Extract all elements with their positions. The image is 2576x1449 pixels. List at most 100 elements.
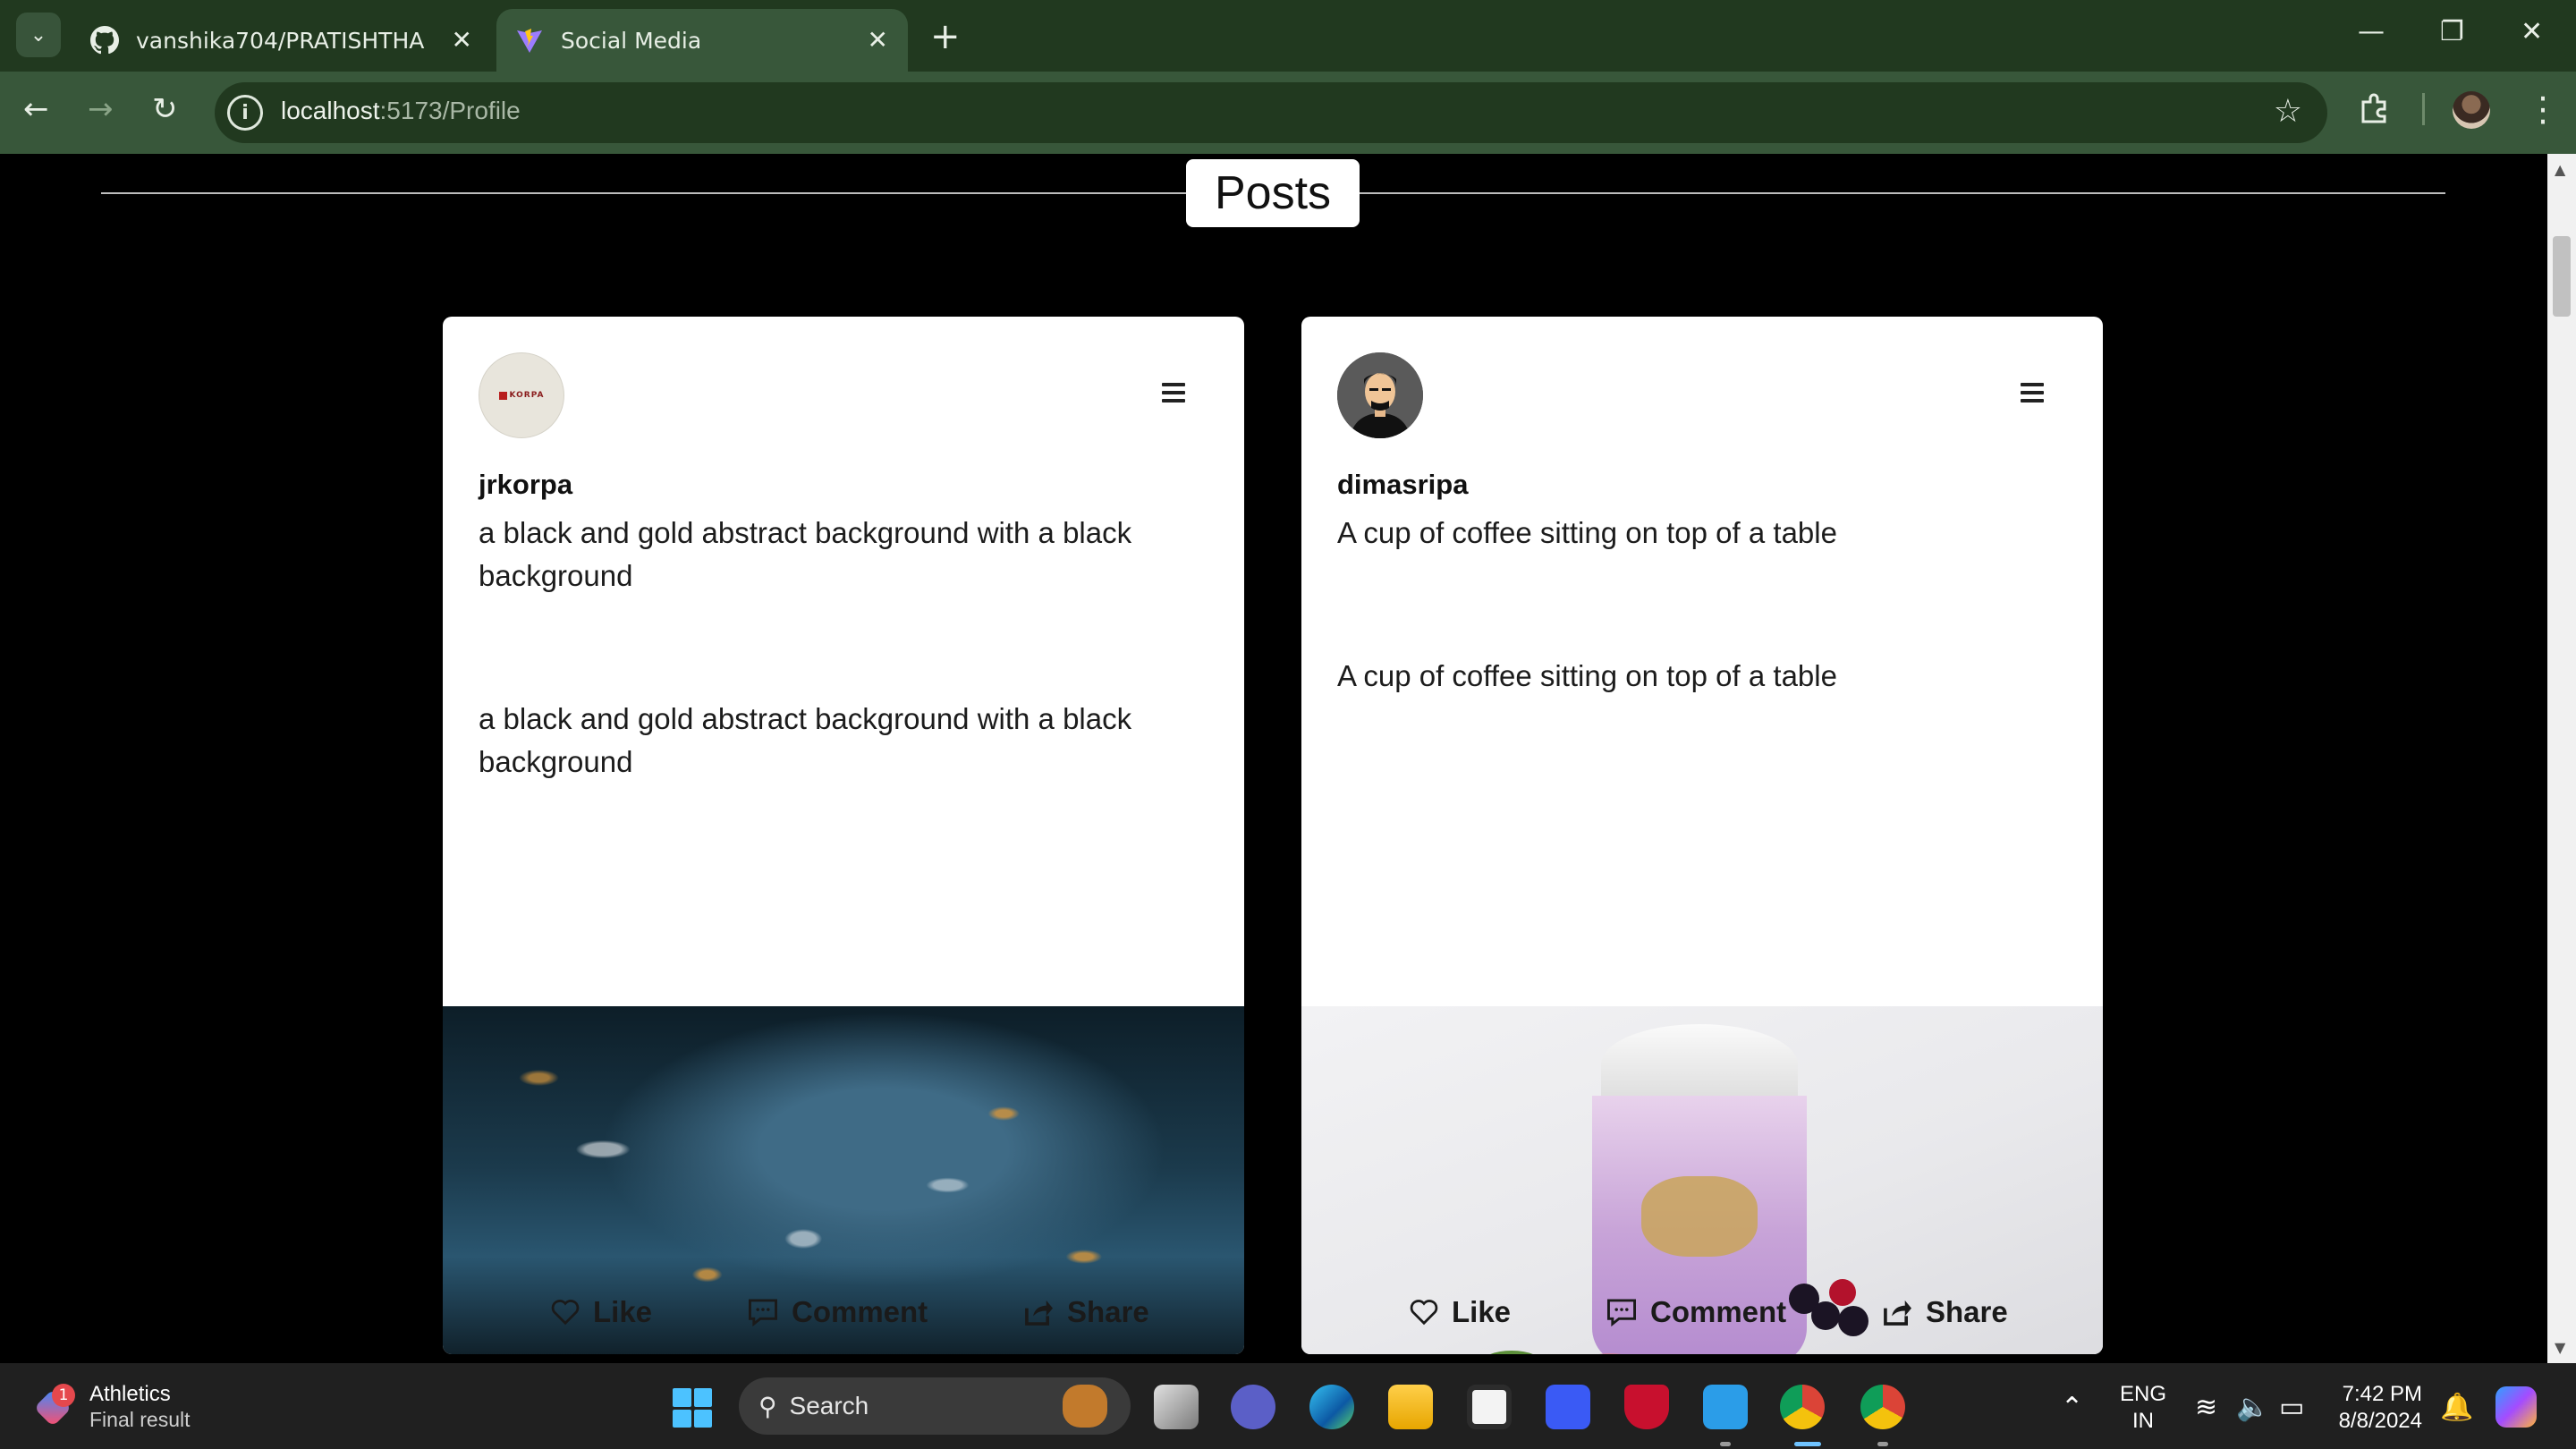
- share-button[interactable]: Share: [1022, 1295, 1149, 1329]
- close-window-icon[interactable]: ✕: [2521, 16, 2543, 47]
- search-placeholder: Search: [789, 1392, 869, 1419]
- like-button[interactable]: Like: [550, 1295, 652, 1329]
- url-host: localhost: [281, 97, 380, 124]
- tab-github[interactable]: vanshika704/PRATISHTHA ✕: [72, 9, 492, 72]
- back-icon[interactable]: ←: [23, 91, 49, 127]
- windows-taskbar: 1 Athletics Final result ⚲ Search ⌃ ENG …: [0, 1363, 2576, 1449]
- post-card: dimasripa A cup of coffee sitting on top…: [1301, 317, 2103, 1354]
- time: 7:42 PM: [2342, 1382, 2422, 1406]
- volume-muted-icon[interactable]: 🔈: [2236, 1392, 2269, 1423]
- post-username[interactable]: dimasripa: [1337, 469, 1468, 501]
- tab-search-dropdown-icon[interactable]: ⌄: [16, 13, 61, 57]
- app-icon[interactable]: [1546, 1385, 1590, 1429]
- url-path: :5173/Profile: [379, 97, 521, 124]
- heart-icon: [551, 1300, 580, 1326]
- post-caption: a black and gold abstract background wit…: [479, 516, 1132, 592]
- post-card: KORPA jrkorpa a black and gold abstract …: [443, 317, 1244, 1354]
- widget-subtitle: Final result: [89, 1408, 191, 1431]
- language-code: ENG: [2120, 1382, 2167, 1406]
- extensions-icon[interactable]: [2358, 89, 2394, 125]
- bookmark-star-icon[interactable]: ☆: [2274, 93, 2302, 130]
- korpa-logo: KORPA: [498, 391, 545, 400]
- date: 8/8/2024: [2338, 1409, 2422, 1433]
- post-description: a black and gold abstract background wit…: [479, 702, 1132, 778]
- battery-icon[interactable]: ▭: [2279, 1392, 2304, 1423]
- clock[interactable]: 7:42 PM 8/8/2024: [2333, 1381, 2422, 1435]
- copilot-icon[interactable]: [2496, 1386, 2537, 1428]
- page-scrollbar[interactable]: ▲ ▼: [2547, 154, 2576, 1363]
- share-icon: [1025, 1300, 1053, 1326]
- close-tab-icon[interactable]: ✕: [868, 25, 888, 55]
- toolbar-divider: [2422, 93, 2425, 125]
- share-icon: [1884, 1300, 1911, 1326]
- like-label: Like: [1452, 1295, 1512, 1328]
- task-view-icon[interactable]: [1154, 1385, 1199, 1429]
- running-indicator: [1720, 1442, 1731, 1446]
- scroll-up-icon[interactable]: ▲: [2555, 161, 2565, 178]
- language-indicator[interactable]: ENG IN: [2120, 1381, 2166, 1435]
- like-label: Like: [593, 1295, 653, 1328]
- chrome-icon[interactable]: [1780, 1385, 1825, 1429]
- page-content: Posts KORPA jrkorpa a black and gold abs…: [0, 154, 2547, 1363]
- forward-icon[interactable]: →: [88, 91, 114, 127]
- like-button[interactable]: Like: [1409, 1295, 1511, 1329]
- taskbar-search[interactable]: ⚲ Search: [739, 1377, 1131, 1435]
- url-text[interactable]: localhost:5173/Profile: [281, 97, 521, 125]
- post-actions: Like Comment Share: [1301, 1275, 2103, 1354]
- post-actions: Like Comment Share: [443, 1275, 1244, 1354]
- wifi-icon[interactable]: ≋: [2195, 1392, 2217, 1423]
- minimize-icon[interactable]: —: [2358, 16, 2385, 47]
- avatar[interactable]: KORPA: [479, 352, 564, 438]
- show-hidden-icons-icon[interactable]: ⌃: [2061, 1392, 2083, 1423]
- edge-icon[interactable]: [1309, 1385, 1354, 1429]
- browser-toolbar: ← → ↻ i localhost:5173/Profile ☆: [0, 72, 2576, 154]
- close-tab-icon[interactable]: ✕: [452, 25, 472, 55]
- tab-social-media[interactable]: Social Media ✕: [496, 9, 908, 72]
- avatar[interactable]: [1337, 352, 1423, 438]
- profile-avatar[interactable]: [2453, 91, 2490, 129]
- address-bar[interactable]: i localhost:5173/Profile ☆: [215, 82, 2327, 143]
- cartoon-man-avatar-icon: [1337, 352, 1423, 438]
- vscode-icon[interactable]: [1703, 1385, 1748, 1429]
- share-label: Share: [1067, 1295, 1149, 1328]
- widgets-button[interactable]: 1 Athletics Final result: [33, 1381, 191, 1432]
- region-code: IN: [2132, 1409, 2154, 1433]
- file-explorer-icon[interactable]: [1388, 1385, 1433, 1429]
- post-menu-icon[interactable]: [2021, 383, 2044, 402]
- site-info-icon[interactable]: i: [227, 95, 263, 131]
- search-icon: ⚲: [758, 1392, 777, 1420]
- running-indicator: [1877, 1442, 1888, 1446]
- posts-heading: Posts: [1186, 159, 1360, 227]
- widget-title: Athletics: [89, 1382, 171, 1406]
- github-icon: [89, 25, 120, 55]
- active-indicator: [1794, 1442, 1821, 1446]
- post-caption: A cup of coffee sitting on top of a tabl…: [1337, 516, 1837, 549]
- microsoft-store-icon[interactable]: [1467, 1385, 1512, 1429]
- restore-icon[interactable]: ❐: [2440, 16, 2464, 47]
- notification-badge: 1: [52, 1383, 75, 1407]
- sports-widget-icon: 1: [33, 1383, 75, 1427]
- comment-icon: [1607, 1299, 1636, 1326]
- heart-icon: [1410, 1300, 1438, 1326]
- teams-icon[interactable]: [1231, 1385, 1275, 1429]
- tab-title: vanshika704/PRATISHTHA: [136, 27, 425, 54]
- vite-icon: [514, 25, 545, 55]
- chrome-icon[interactable]: [1860, 1385, 1905, 1429]
- comment-button[interactable]: Comment: [1606, 1295, 1786, 1329]
- search-highlight-cat-icon: [1063, 1385, 1107, 1428]
- scroll-thumb[interactable]: [2553, 236, 2571, 317]
- post-menu-icon[interactable]: [1162, 383, 1185, 402]
- mcafee-icon[interactable]: [1624, 1385, 1669, 1429]
- scroll-down-icon[interactable]: ▼: [2555, 1339, 2565, 1356]
- windows-start-icon[interactable]: [673, 1388, 712, 1428]
- comment-icon: [749, 1299, 777, 1326]
- browser-menu-icon[interactable]: ⋮: [2526, 89, 2560, 129]
- comment-button[interactable]: Comment: [747, 1295, 928, 1329]
- post-username[interactable]: jrkorpa: [479, 469, 572, 501]
- new-tab-icon[interactable]: +: [930, 16, 961, 57]
- comment-label: Comment: [1650, 1295, 1787, 1328]
- browser-tab-bar: ⌄ vanshika704/PRATISHTHA ✕ Social Media …: [0, 0, 2576, 72]
- notification-bell-icon[interactable]: 🔔: [2440, 1392, 2473, 1423]
- share-button[interactable]: Share: [1881, 1295, 2008, 1329]
- reload-icon[interactable]: ↻: [152, 91, 178, 127]
